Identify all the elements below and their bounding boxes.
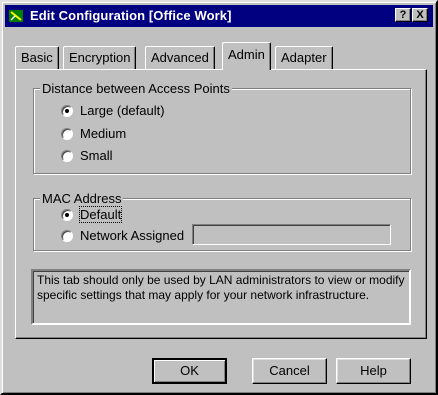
help-button[interactable]: Help: [336, 358, 411, 384]
tab-advanced[interactable]: Advanced: [145, 46, 215, 69]
window-title: Edit Configuration [Office Work]: [30, 8, 232, 23]
radio-button[interactable]: [61, 128, 73, 140]
tab-adapter[interactable]: Adapter: [275, 46, 333, 69]
tab-basic[interactable]: Basic: [15, 46, 59, 69]
radio-button[interactable]: [61, 150, 73, 162]
help-title-button[interactable]: ?: [395, 8, 411, 22]
radio-large-label: Large (default): [80, 103, 165, 118]
radio-network-assigned-label: Network Assigned: [80, 228, 185, 243]
network-assigned-mac-field[interactable]: [192, 224, 391, 245]
ok-button[interactable]: OK: [152, 358, 227, 384]
tab-encryption[interactable]: Encryption: [63, 46, 137, 69]
tab-admin[interactable]: Admin: [222, 42, 271, 70]
dialog-window: Edit Configuration [Office Work] ? X Bas…: [0, 0, 438, 395]
radio-medium-label: Medium: [80, 126, 127, 141]
radio-mac-default-label: Default: [78, 206, 123, 223]
cancel-button[interactable]: Cancel: [252, 358, 327, 384]
radio-small-label: Small: [80, 148, 113, 163]
distance-group-label: Distance between Access Points: [40, 81, 232, 96]
mac-address-group-label: MAC Address: [40, 191, 124, 206]
radio-button-checked[interactable]: [61, 209, 73, 221]
radio-button-checked[interactable]: [61, 105, 73, 117]
close-button[interactable]: X: [412, 8, 428, 22]
radio-button[interactable]: [61, 230, 73, 242]
network-connection-icon: [9, 10, 23, 22]
title-bar[interactable]: Edit Configuration [Office Work] ? X: [5, 5, 433, 27]
info-text-box: This tab should only be used by LAN admi…: [31, 269, 411, 325]
